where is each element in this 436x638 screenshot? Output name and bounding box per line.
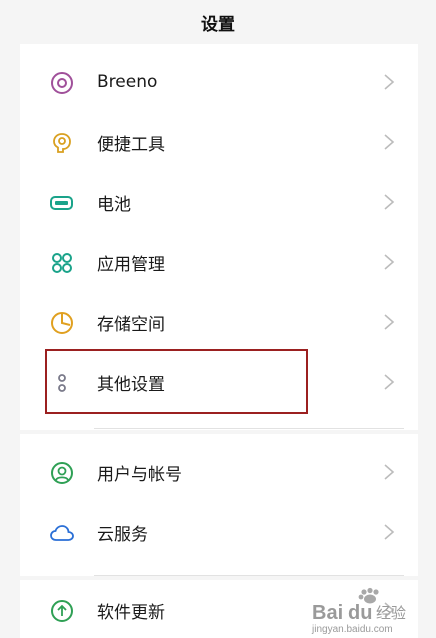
svg-text:经验: 经验 — [376, 604, 406, 622]
cloud-service-icon — [49, 520, 75, 546]
breeno-icon — [49, 70, 75, 96]
chevron-right-icon — [384, 464, 395, 480]
page-title: 设置 — [201, 14, 235, 35]
chevron-right-icon — [384, 74, 395, 90]
svg-text:Bai: Bai — [312, 602, 343, 624]
other-settings-icon — [49, 370, 75, 396]
chevron-right-icon — [384, 374, 395, 390]
settings-item-label: Breeno — [97, 72, 158, 92]
storage-icon — [49, 310, 75, 336]
settings-group-account: 用户与帐号 云服务 — [20, 434, 418, 576]
settings-item-battery[interactable]: 电池 — [20, 172, 418, 232]
settings-item-label: 应用管理 — [97, 254, 165, 275]
convenience-tools-icon — [49, 130, 75, 156]
settings-item-cloud-service[interactable]: 云服务 — [20, 502, 418, 562]
settings-item-label: 存储空间 — [97, 314, 165, 335]
svg-text:du: du — [348, 602, 372, 624]
settings-item-other-settings[interactable]: 其他设置 — [20, 352, 418, 412]
chevron-right-icon — [384, 314, 395, 330]
section-divider — [94, 428, 404, 429]
chevron-right-icon — [384, 194, 395, 210]
section-divider — [94, 575, 404, 576]
settings-page: 设置 Breeno 便捷工具 电池 应用管理 存储空间 其他设置 用户与帐号 云… — [0, 0, 436, 638]
settings-item-label: 用户与帐号 — [97, 464, 182, 485]
settings-item-label: 软件更新 — [97, 602, 165, 623]
chevron-right-icon — [384, 254, 395, 270]
settings-group-main: Breeno 便捷工具 电池 应用管理 存储空间 其他设置 — [20, 44, 418, 430]
settings-item-app-management[interactable]: 应用管理 — [20, 232, 418, 292]
settings-item-convenience-tools[interactable]: 便捷工具 — [20, 112, 418, 172]
settings-item-label: 其他设置 — [97, 374, 165, 395]
settings-item-label: 电池 — [97, 194, 131, 215]
chevron-right-icon — [384, 524, 395, 540]
settings-item-user-account[interactable]: 用户与帐号 — [20, 442, 418, 502]
settings-item-label: 便捷工具 — [97, 134, 165, 155]
chevron-right-icon — [384, 134, 395, 150]
settings-item-label: 云服务 — [97, 524, 148, 545]
app-management-icon — [49, 250, 75, 276]
user-account-icon — [49, 460, 75, 486]
settings-item-storage[interactable]: 存储空间 — [20, 292, 418, 352]
svg-text:jingyan.baidu.com: jingyan.baidu.com — [311, 624, 393, 634]
settings-item-breeno[interactable]: Breeno — [20, 52, 418, 112]
baidu-jingyan-watermark: Bai du 经验 jingyan.baidu.com — [311, 587, 406, 634]
battery-icon — [49, 190, 75, 216]
software-update-icon — [49, 598, 75, 624]
